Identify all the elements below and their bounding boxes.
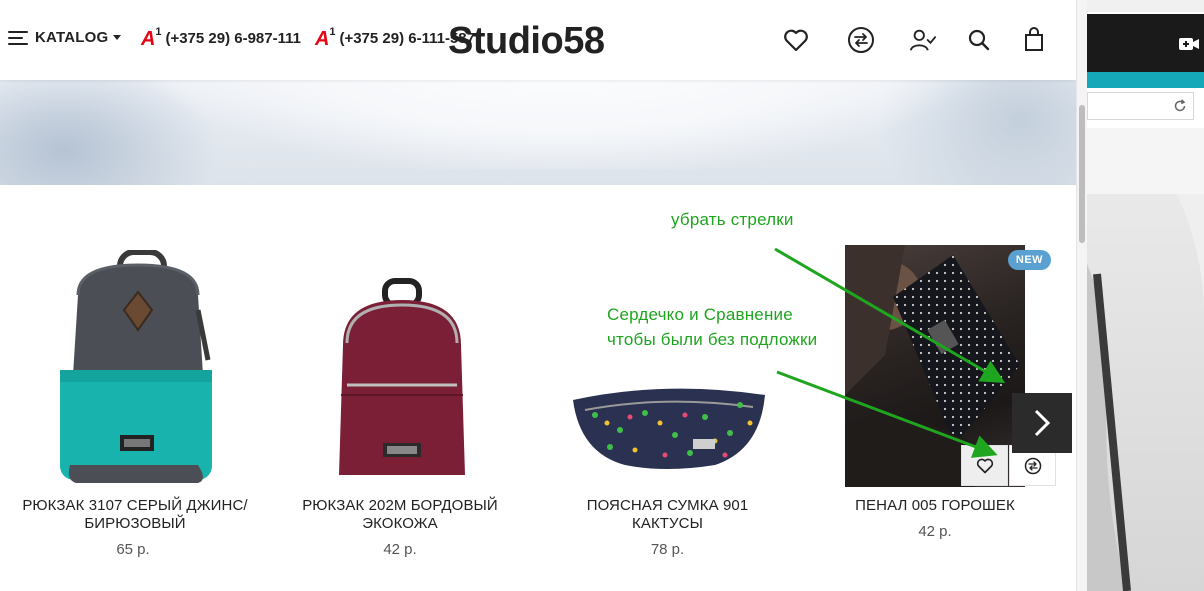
favorites-button[interactable] [782,26,810,54]
search-button[interactable] [965,26,993,54]
heart-icon [784,29,808,52]
operator-logo-icon: A1 [315,25,336,50]
reload-icon[interactable] [1173,99,1187,113]
background-photo [1087,194,1204,591]
annotation-arrows [774,247,1006,458]
site-logo[interactable]: Studio58 [448,20,605,62]
background-window [1087,0,1204,591]
hamburger-icon [8,30,28,46]
page-scrollbar[interactable] [1076,0,1087,591]
cart-button[interactable] [1020,26,1048,54]
site-header: KATALOG A1 (+375 29) 6-987-111 A1 (+375 … [0,0,1076,80]
user-icon [909,29,937,51]
catalog-menu-button[interactable]: KATALOG [8,29,122,46]
compare-button[interactable] [847,26,875,54]
website: KATALOG A1 (+375 29) 6-987-111 A1 (+375 … [0,0,1076,591]
video-add-icon [1179,38,1199,50]
search-icon [968,29,990,51]
cart-icon [1025,27,1043,51]
phone-number: (+375 29) 6-987-111 [165,30,301,47]
operator-logo-icon: A1 [141,25,162,50]
compare-icon [848,27,874,53]
account-button[interactable] [909,26,937,54]
phone-link-1[interactable]: A1 (+375 29) 6-987-111 [141,25,301,50]
chevron-down-icon [113,35,122,40]
catalog-label: KATALOG [35,29,109,46]
scrollbar-thumb[interactable] [1079,105,1085,243]
